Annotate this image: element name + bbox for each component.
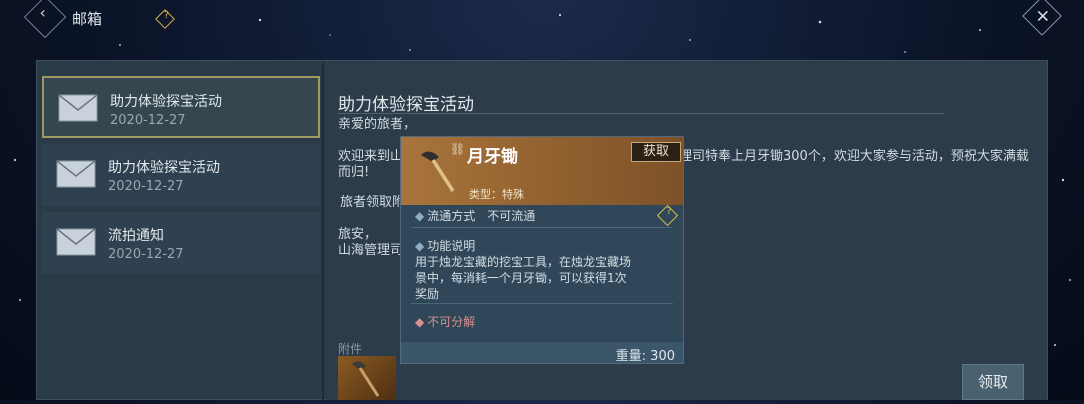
mail-item[interactable]: 流拍通知 2020-12-27 [42,212,320,274]
tooltip-divider [411,303,673,304]
envelope-icon [56,228,96,256]
diamond-bullet-icon: ◆ [415,239,425,253]
tooltip-divider [411,227,673,228]
divider [322,62,324,400]
mail-content-title: 助力体验探宝活动 [338,95,474,115]
function-title: 功能说明 [427,239,476,253]
weight-bar: 重量: 300 [401,342,683,364]
diamond-bullet-icon: ◆ [415,315,425,329]
top-bar: ‹ 邮箱 ? × [0,0,1084,39]
mail-item[interactable]: 助力体验探宝活动 2020-12-27 [42,76,320,138]
mail-body-end: 而归! [338,165,370,180]
envelope-icon [58,94,98,122]
title-divider [338,113,944,114]
mail-date: 2020-12-27 [108,247,184,262]
mail-item[interactable]: 助力体验探宝活动 2020-12-27 [42,144,320,206]
function-desc: 景中，每消耗一个月牙锄，可以获得1次 [415,271,627,285]
hoe-icon [352,361,380,397]
claim-button[interactable]: 领取 [962,364,1024,400]
attachment-label: 附件 [338,342,363,356]
function-desc: 用于烛龙宝藏的挖宝工具，在烛龙宝藏场 [415,255,632,269]
link-icon: ⛓ [450,142,466,156]
page-title: 邮箱 [72,10,103,28]
decompose-text: 不可分解 [427,315,476,329]
item-tooltip: ⛓ 月牙锄 获取 类型：特殊 ◆ 流通方式 不可流通 ? ◆ 功能说明 用于烛龙宝藏… [400,136,684,364]
mail-signature: 山海管理司 [338,243,404,258]
function-desc: 奖励 [415,287,440,301]
item-name: 月牙锄 [467,147,518,167]
get-button[interactable]: 获取 [631,142,681,162]
mail-greeting: 亲爱的旅者， [338,117,417,132]
circulation-text: 流通方式 不可流通 [427,209,536,223]
mail-note: 旅者领取附 [340,195,406,210]
close-icon: × [1035,5,1051,27]
mail-title: 流拍通知 [108,228,164,244]
help-button[interactable]: ? [155,9,175,29]
circulation-row: ◆ 流通方式 不可流通 [415,207,535,224]
attachment-item[interactable] [338,356,396,400]
back-button[interactable]: ‹ [23,0,67,39]
diamond-bullet-icon: ◆ [415,209,425,223]
function-title-row: ◆ 功能说明 [415,237,475,254]
mail-body-right: 理司特奉上月牙锄300个，欢迎大家参与活动，预祝大家满载 [679,149,1029,164]
mail-title: 助力体验探宝活动 [110,94,222,110]
mail-title: 助力体验探宝活动 [108,160,220,176]
decompose-row: ◆ 不可分解 [415,313,475,330]
help-button[interactable]: ? [656,204,679,227]
item-type: 类型：特殊 [469,188,524,201]
mail-date: 2020-12-27 [110,113,186,128]
question-icon: ? [666,205,672,217]
mail-date: 2020-12-27 [108,179,184,194]
envelope-icon [56,160,96,188]
question-icon: ? [163,10,170,22]
item-weight: 重量: 300 [615,349,675,364]
close-button[interactable]: × [1022,0,1062,36]
chevron-left-icon: ‹ [39,3,46,23]
tooltip-header: ⛓ 月牙锄 获取 类型：特殊 [401,137,683,205]
